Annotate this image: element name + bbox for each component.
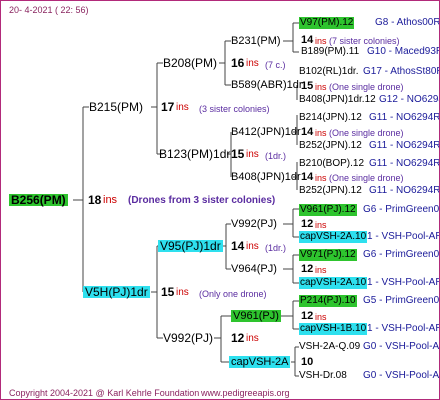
dam-note: (Only one drone) (199, 289, 267, 299)
leaf-origin: G11 - NO6294R (369, 112, 440, 123)
dam-ins-word: ins (176, 287, 189, 298)
capvsh2a-ins-count: 10 (301, 356, 314, 368)
sire-node-label[interactable]: B215(PM) (89, 101, 143, 113)
v95-node-label[interactable]: V95(PJ)1dr (158, 240, 223, 252)
leaf-name[interactable]: VSH-Dr.08 (299, 370, 347, 382)
capvsh2a-node-label[interactable]: capVSH-2A (229, 356, 291, 368)
b408-note: (One single drone) (329, 173, 404, 183)
b408-node-label[interactable]: B408(JPN)1dr (231, 171, 301, 183)
leaf-origin: 1 - VSH-Pool-AR (367, 231, 440, 242)
b123-ins-count: 15 (231, 147, 245, 161)
leaf-name[interactable]: V97(PM).12 (299, 17, 355, 29)
root-note: (Drones from 3 sister colonies) (128, 195, 276, 206)
leaf-name[interactable]: B252(JPN).12 (299, 185, 362, 197)
b208-node-label[interactable]: B208(PM) (163, 57, 217, 69)
v961-node-label[interactable]: V961(PJ) (231, 310, 281, 322)
sire-ins-count: 17 (161, 100, 175, 114)
site-link[interactable]: www.pedigreeapis.org (201, 387, 290, 399)
leaf-name[interactable]: capVSH-1B.10 (299, 323, 368, 335)
b412-ins-count: 14 (301, 126, 314, 138)
leaf-name[interactable]: P214(PJ).10 (299, 295, 357, 307)
leaf-origin: 1 - VSH-Pool-AR (367, 277, 440, 288)
leaf-origin: G11 - NO6294R (369, 185, 440, 196)
v992b-node-label[interactable]: V992(PJ) (231, 218, 277, 230)
pedigree-canvas: 20- 4-2021 ( 22: 56) B256(PM) 18 ins (Dr… (0, 0, 440, 400)
leaf-origin: G6 - PrimGreen00 (363, 249, 440, 260)
b123-node-label[interactable]: B123(PM)1dr (159, 148, 230, 160)
root-node-label[interactable]: B256(PM) (9, 194, 68, 206)
leaf-origin: G10 - Maced93R (367, 46, 440, 57)
v992-ins-word: ins (246, 333, 259, 344)
dam-node-label[interactable]: V5H(PJ)1dr (83, 286, 150, 298)
leaf-origin: G5 - PrimGreen00 (363, 295, 440, 306)
leaf-origin: G17 - AthosSt80R (363, 66, 440, 77)
leaf-origin: G12 - NO6294R (379, 94, 439, 105)
v992-node-label[interactable]: V992(PJ) (163, 332, 213, 344)
leaf-origin: G8 - Athos00R (375, 17, 440, 28)
leaf-name[interactable]: B210(BOP).12 (299, 158, 364, 170)
sire-note: (3 sister colonies) (199, 104, 270, 114)
v964-node-label[interactable]: V964(PJ) (231, 263, 277, 275)
leaf-name[interactable]: capVSH-2A.10 (299, 231, 368, 243)
v95-ins-count: 14 (231, 239, 245, 253)
v992b-ins-count: 12 (301, 218, 314, 230)
timestamp-header: 20- 4-2021 ( 22: 56) (9, 5, 89, 15)
v992b-ins-word: ins (315, 220, 327, 230)
b412-note: (One single drone) (329, 128, 404, 138)
leaf-name[interactable]: VSH-2A-Q.09 (299, 341, 360, 353)
leaf-name[interactable]: B102(RL)1dr. (299, 66, 358, 78)
leaf-name[interactable]: capVSH-2A.10 (299, 277, 368, 289)
v964-ins-count: 12 (301, 263, 314, 275)
v961-ins-word: ins (315, 312, 327, 322)
b231-ins-count: 14 (301, 34, 314, 46)
leaf-origin: G0 - VSH-Pool-AR (363, 370, 440, 381)
b208-ins-word: ins (246, 58, 259, 69)
b123-ins-word: ins (246, 149, 259, 160)
b231-node-label[interactable]: B231(PM) (231, 35, 281, 47)
b412-ins-word: ins (315, 128, 327, 138)
b589-ins-word: ins (315, 82, 327, 92)
leaf-name[interactable]: B214(JPN).12 (299, 112, 362, 124)
leaf-origin: G0 - VSH-Pool-AR (363, 341, 440, 352)
leaf-name[interactable]: B252(JPN).12 (299, 140, 362, 152)
sire-ins-word: ins (176, 102, 189, 113)
b208-note: (7 c.) (265, 60, 286, 70)
root-ins-word: ins (103, 194, 118, 206)
b123-note: (1dr.) (265, 151, 287, 161)
leaf-origin: G11 - NO6294R (369, 140, 440, 151)
root-ins-count: 18 (88, 193, 102, 207)
v961-ins-count: 12 (301, 310, 314, 322)
dam-ins-count: 15 (161, 285, 175, 299)
leaf-origin: G6 - PrimGreen00 (363, 204, 440, 215)
b589-note: (One single drone) (329, 82, 404, 92)
v95-note: (1dr.) (265, 243, 287, 253)
b589-node-label[interactable]: B589(ABR)1dr (231, 79, 303, 91)
copyright-footer: Copyright 2004-2021 @ Karl Kehrle Founda… (9, 388, 200, 398)
b589-ins-count: 15 (301, 80, 314, 92)
v964-ins-word: ins (315, 265, 327, 275)
leaf-origin: 1 - VSH-Pool-AR (367, 323, 440, 334)
leaf-name[interactable]: B408(JPN)1dr.12 (299, 94, 376, 106)
leaf-origin: G11 - NO6294R (369, 158, 440, 169)
b208-ins-count: 16 (231, 56, 245, 70)
leaf-name[interactable]: B189(PM).11 (301, 46, 359, 58)
leaf-name[interactable]: V971(PJ).12 (299, 249, 357, 261)
v95-ins-word: ins (246, 241, 259, 252)
leaf-name[interactable]: V961(PJ).12 (299, 204, 357, 216)
b408-ins-count: 14 (301, 171, 314, 183)
v992-ins-count: 12 (231, 331, 245, 345)
b408-ins-word: ins (315, 173, 327, 183)
b412-node-label[interactable]: B412(JPN)1dr (231, 126, 301, 138)
